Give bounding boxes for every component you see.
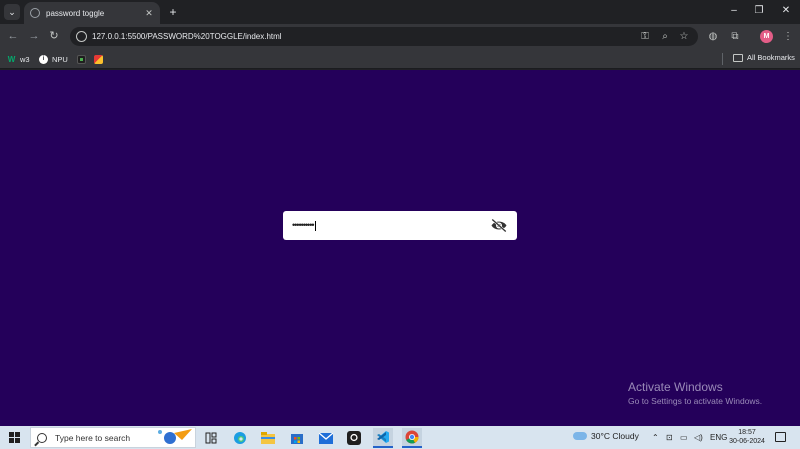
language-indicator[interactable]: ENG xyxy=(710,432,727,443)
windows-taskbar: Type here to search 30°C Cloudy ⌃ ⊡ ▭ ◁)… xyxy=(0,426,800,449)
w3-icon: W xyxy=(7,54,16,64)
menu-kebab-icon[interactable]: ⋮ xyxy=(781,30,795,43)
vscode-icon[interactable] xyxy=(373,428,393,448)
bookmarks-bar: W w3 i NPU All Bookmarks xyxy=(0,49,800,69)
github-icon[interactable] xyxy=(344,428,364,448)
bookmark-star-icon[interactable]: ☆ xyxy=(677,30,691,43)
microsoft-store-icon[interactable] xyxy=(287,428,307,448)
tray-chevron-up-icon[interactable]: ⌃ xyxy=(652,432,659,443)
edge-icon[interactable] xyxy=(230,428,250,448)
password-mask: •••••••••• xyxy=(292,220,314,230)
minimize-icon[interactable]: – xyxy=(727,4,741,18)
weather-text: 30°C Cloudy xyxy=(591,431,639,441)
taskbar-clock[interactable]: 18:57 30-06-2024 xyxy=(727,428,767,446)
bookmark-app-1[interactable] xyxy=(77,53,90,65)
info-icon: i xyxy=(39,54,48,64)
page-content: •••••••••• Activate Windows Go to Settin… xyxy=(0,70,800,426)
bookmark-w3[interactable]: W w3 xyxy=(7,53,30,65)
file-explorer-icon[interactable] xyxy=(258,428,278,448)
search-highlight-art-icon[interactable] xyxy=(152,427,194,446)
activate-subtitle: Go to Settings to activate Windows. xyxy=(628,396,763,406)
clock-time: 18:57 xyxy=(738,429,756,436)
folder-icon xyxy=(733,53,743,62)
windows-start-icon[interactable] xyxy=(9,432,20,443)
tab-password-toggle[interactable]: password toggle ✕ xyxy=(24,2,160,24)
bookmark-npu[interactable]: i NPU xyxy=(39,53,68,65)
globe-icon xyxy=(30,8,40,18)
activate-windows-watermark: Activate Windows Go to Settings to activ… xyxy=(628,380,762,407)
notifications-icon[interactable] xyxy=(775,432,786,442)
bookmark-app-2[interactable] xyxy=(94,53,107,65)
bookmark-divider xyxy=(722,53,723,65)
extension-avatar-icon[interactable]: ◍ xyxy=(706,30,720,43)
tab-close-icon[interactable]: ✕ xyxy=(144,8,154,19)
new-tab-button[interactable]: + xyxy=(166,5,180,19)
colorful-app-icon xyxy=(94,54,103,64)
password-key-icon[interactable]: ⚿ xyxy=(638,30,652,43)
chrome-icon[interactable] xyxy=(402,428,422,448)
forward-icon[interactable]: → xyxy=(27,30,41,43)
password-field[interactable]: •••••••••• xyxy=(283,211,517,240)
network-icon[interactable]: ⊡ xyxy=(666,432,673,443)
zoom-icon[interactable]: ⌕ xyxy=(658,30,672,43)
restore-icon[interactable]: ❐ xyxy=(752,4,766,18)
close-window-icon[interactable]: ✕ xyxy=(779,4,793,18)
cloud-icon xyxy=(573,432,587,440)
task-view-icon[interactable] xyxy=(201,428,221,448)
tab-strip: ⌄ password toggle ✕ + – ❐ ✕ xyxy=(0,0,800,24)
volume-icon[interactable]: ◁) xyxy=(694,432,703,443)
search-icon xyxy=(37,432,47,443)
site-info-icon[interactable] xyxy=(76,31,87,42)
back-icon[interactable]: ← xyxy=(6,30,20,43)
reload-icon[interactable]: ↻ xyxy=(47,30,61,43)
password-input[interactable]: •••••••••• xyxy=(292,220,316,231)
text-caret xyxy=(314,220,316,231)
eye-slash-icon[interactable] xyxy=(490,218,508,233)
url-text[interactable]: 127.0.0.1:5500/PASSWORD%20TOGGLE/index.h… xyxy=(92,31,282,42)
clock-date: 30-06-2024 xyxy=(729,438,765,445)
address-bar[interactable]: 127.0.0.1:5500/PASSWORD%20TOGGLE/index.h… xyxy=(70,27,698,46)
tab-title: password toggle xyxy=(46,8,105,18)
mail-icon[interactable] xyxy=(316,428,336,448)
extensions-puzzle-icon[interactable]: ⧉ xyxy=(728,30,742,43)
screen: ⌄ password toggle ✕ + – ❐ ✕ ← → ↻ 127.0.… xyxy=(0,0,800,449)
browser-toolbar: ← → ↻ 127.0.0.1:5500/PASSWORD%20TOGGLE/i… xyxy=(0,24,800,49)
profile-avatar[interactable]: M xyxy=(760,30,773,43)
search-placeholder[interactable]: Type here to search xyxy=(55,433,130,443)
all-bookmarks-button[interactable]: All Bookmarks xyxy=(733,53,795,62)
battery-icon[interactable]: ▭ xyxy=(680,432,688,443)
weather-widget[interactable]: 30°C Cloudy xyxy=(573,431,639,441)
app-shortcut-icon xyxy=(77,54,86,64)
activate-title: Activate Windows xyxy=(628,380,723,394)
tab-search-chevron-icon[interactable]: ⌄ xyxy=(4,4,20,20)
